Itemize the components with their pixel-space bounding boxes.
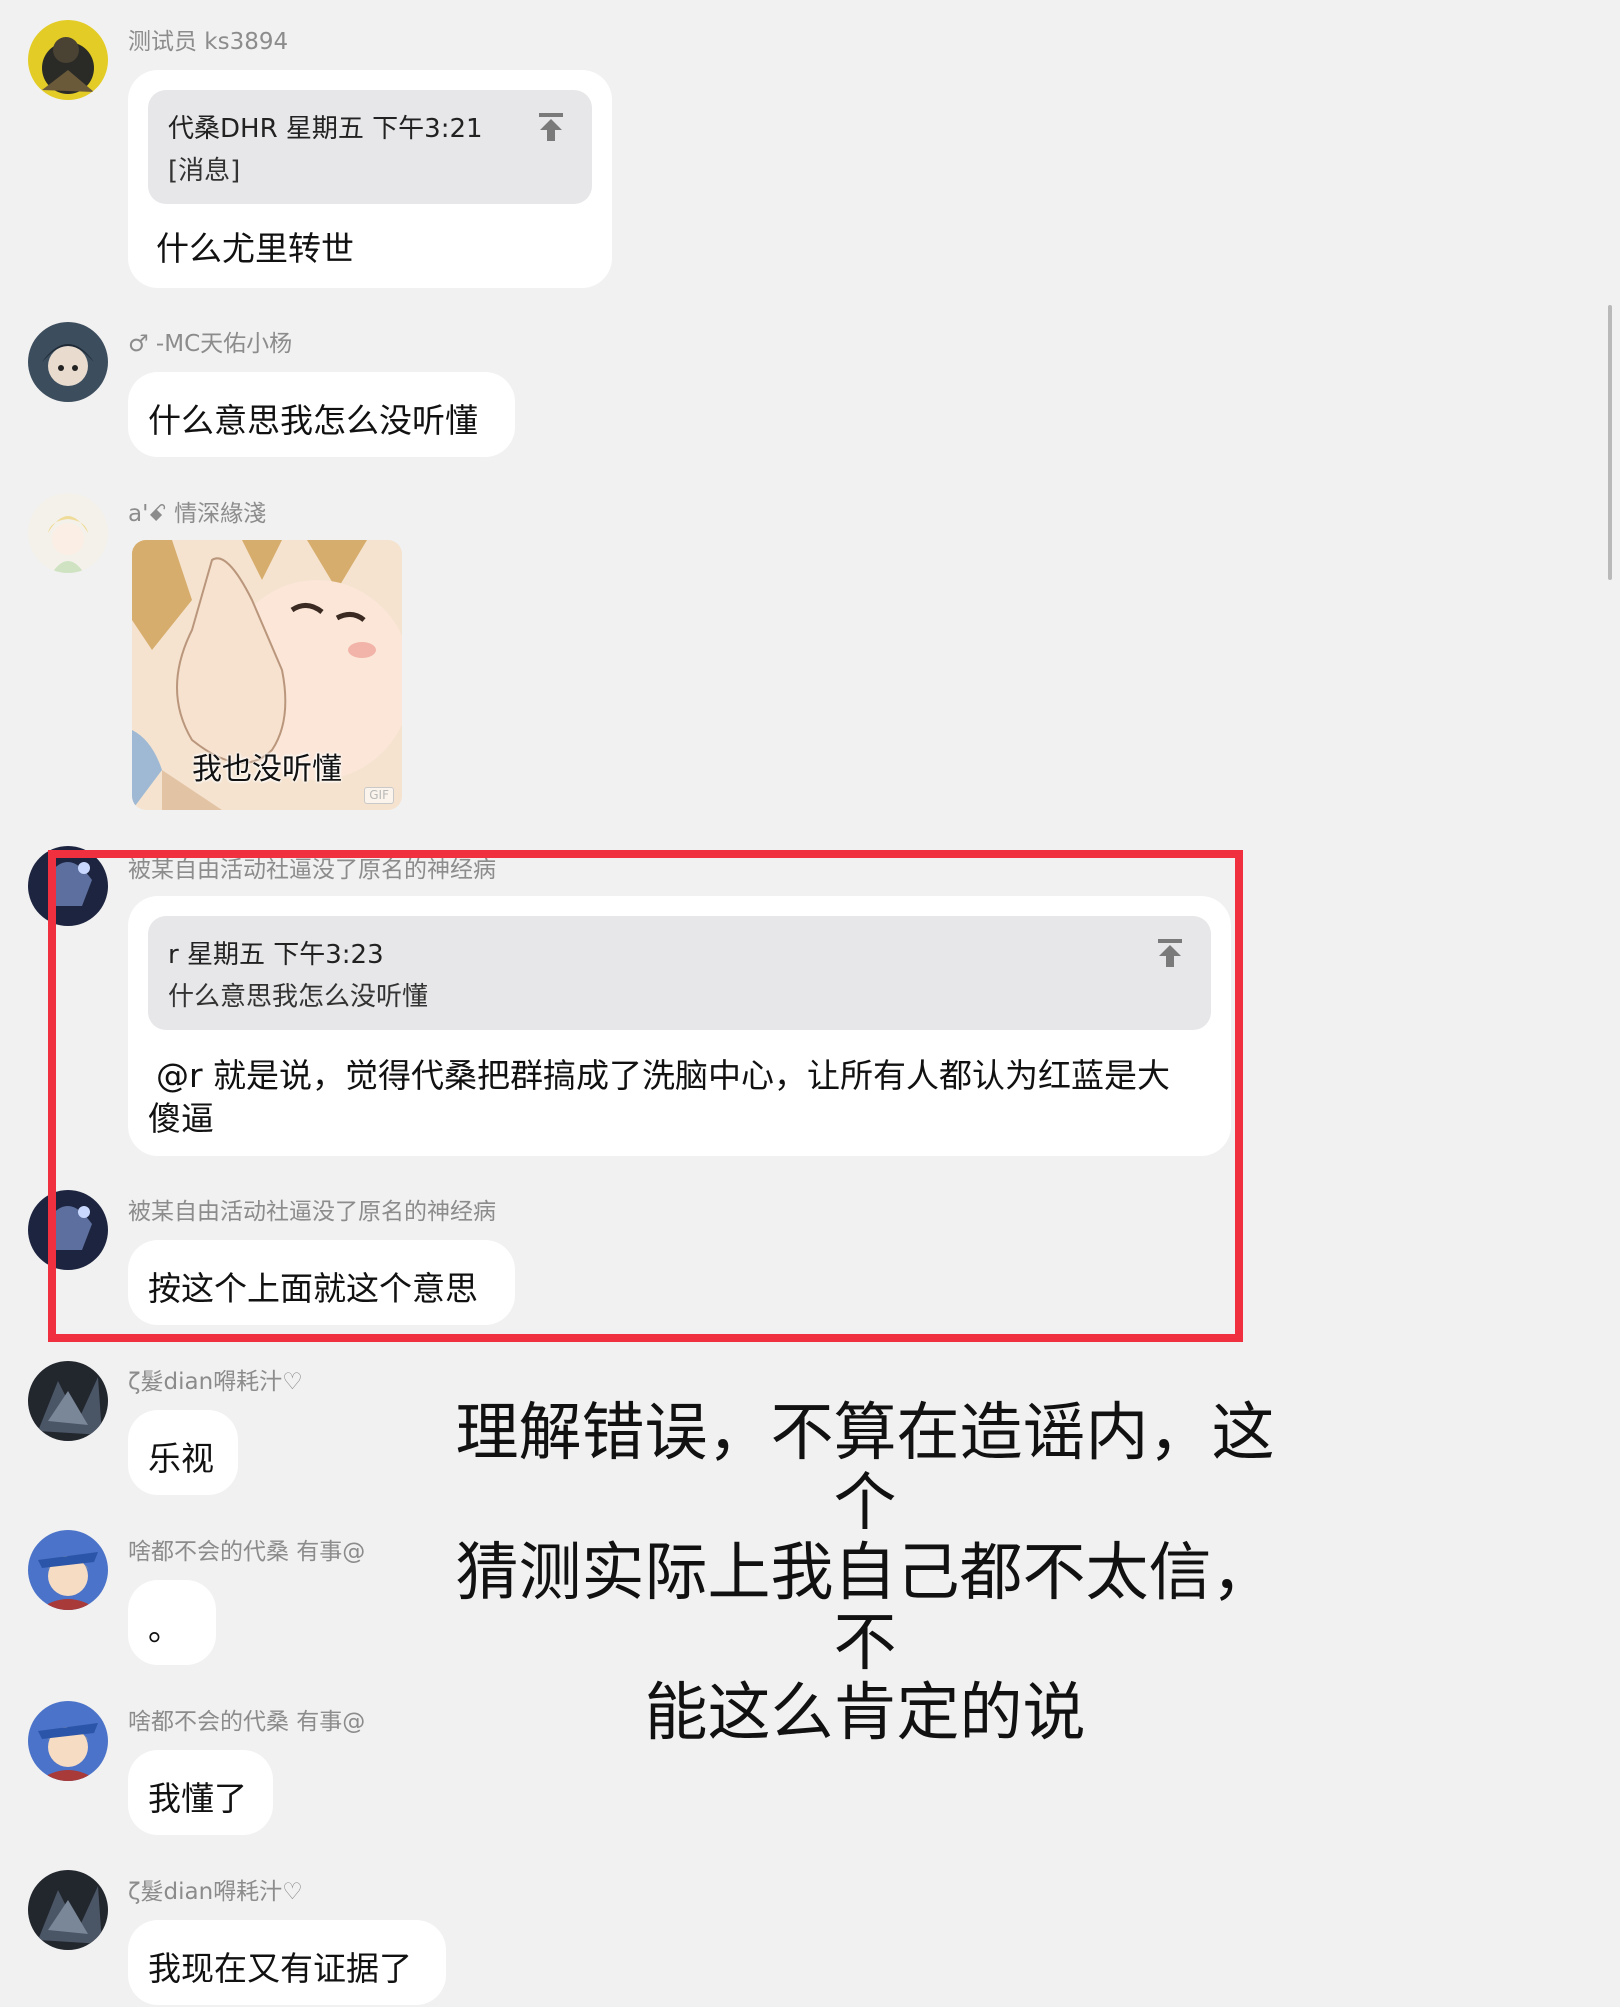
message-text: 。 xyxy=(148,1609,181,1648)
quoted-message[interactable]: r 星期五 下午3:23 什么意思我怎么没听懂 xyxy=(148,916,1211,1030)
quote-body: 什么意思我怎么没听懂 xyxy=(168,982,429,1012)
gif-caption: 我也没听懂 xyxy=(192,752,342,787)
jump-to-message-icon[interactable] xyxy=(1157,938,1183,968)
avatar[interactable] xyxy=(28,1701,108,1781)
message-text: 什么意思我怎么没听懂 xyxy=(148,401,478,440)
message-bubble[interactable]: 乐视 xyxy=(128,1410,238,1495)
message-text: 乐视 xyxy=(148,1439,214,1478)
scrollbar-thumb[interactable] xyxy=(1608,305,1612,580)
annotation-line: 能这么肯定的说 xyxy=(644,1676,1086,1749)
message-bubble[interactable]: 代桑DHR 星期五 下午3:21 [消息] 什么尤里转世 xyxy=(128,70,612,288)
message-text: 傻逼 xyxy=(148,1099,214,1138)
avatar[interactable] xyxy=(28,1870,108,1950)
quoted-message[interactable]: 代桑DHR 星期五 下午3:21 [消息] xyxy=(148,90,592,204)
message-bubble[interactable]: 按这个上面就这个意思 xyxy=(128,1240,515,1325)
message-bubble[interactable]: 我现在又有证据了 xyxy=(128,1920,446,2005)
quote-header: 代桑DHR 星期五 下午3:21 xyxy=(168,114,483,144)
quote-body: [消息] xyxy=(168,156,241,186)
avatar[interactable] xyxy=(28,846,108,926)
sender-nickname[interactable]: 啥都不会的代桑 有事@ xyxy=(128,1702,365,1736)
sender-nickname[interactable]: 被某自由活动社逼没了原名的神经病 xyxy=(128,1192,496,1226)
message-text: @r 就是说，觉得代桑把群搞成了洗脑中心，让所有人都认为红蓝是大 xyxy=(156,1056,1171,1095)
sender-nickname[interactable]: 测试员 ks3894 xyxy=(128,22,288,56)
annotation-line: 猜测实际上我自己都不太信，不 xyxy=(455,1536,1275,1679)
jump-to-message-icon[interactable] xyxy=(538,112,564,142)
sender-nickname[interactable]: ζ髮dian嘚耗汁♡ xyxy=(128,1872,303,1906)
annotation-text: 理解错误，不算在造谣内，这个 猜测实际上我自己都不太信，不 能这么肯定的说 xyxy=(440,1398,1290,1748)
quote-header: r 星期五 下午3:23 xyxy=(168,940,384,970)
message-text: 我懂了 xyxy=(148,1779,247,1818)
avatar[interactable] xyxy=(28,1530,108,1610)
message-bubble[interactable]: 我懂了 xyxy=(128,1750,273,1835)
message-bubble[interactable]: 。 xyxy=(128,1580,216,1665)
avatar[interactable] xyxy=(28,1361,108,1441)
avatar[interactable] xyxy=(28,493,108,573)
avatar[interactable] xyxy=(28,322,108,402)
message-text: 我现在又有证据了 xyxy=(148,1949,412,1988)
message-text: 按这个上面就这个意思 xyxy=(148,1269,478,1308)
message-bubble[interactable]: 什么意思我怎么没听懂 xyxy=(128,372,515,457)
gif-badge: GIF xyxy=(364,787,394,804)
gif-sticker[interactable]: 我也没听懂 GIF xyxy=(132,540,402,810)
sender-nickname[interactable]: 被某自由活动社逼没了原名的神经病 xyxy=(128,850,496,884)
avatar[interactable] xyxy=(28,20,108,100)
sender-nickname[interactable]: 啥都不会的代桑 有事@ xyxy=(128,1532,365,1566)
message-bubble[interactable]: r 星期五 下午3:23 什么意思我怎么没听懂 @r 就是说，觉得代桑把群搞成了… xyxy=(128,896,1231,1156)
sender-nickname[interactable]: a'ꗃ 情深緣淺 xyxy=(128,494,266,528)
avatar[interactable] xyxy=(28,1190,108,1270)
sender-nickname[interactable]: ♂ -MC天佑小杨 xyxy=(128,324,292,358)
message-text: 什么尤里转世 xyxy=(156,229,354,268)
annotation-line: 理解错误，不算在造谣内，这个 xyxy=(455,1396,1275,1539)
sender-nickname[interactable]: ζ髮dian嘚耗汁♡ xyxy=(128,1362,303,1396)
